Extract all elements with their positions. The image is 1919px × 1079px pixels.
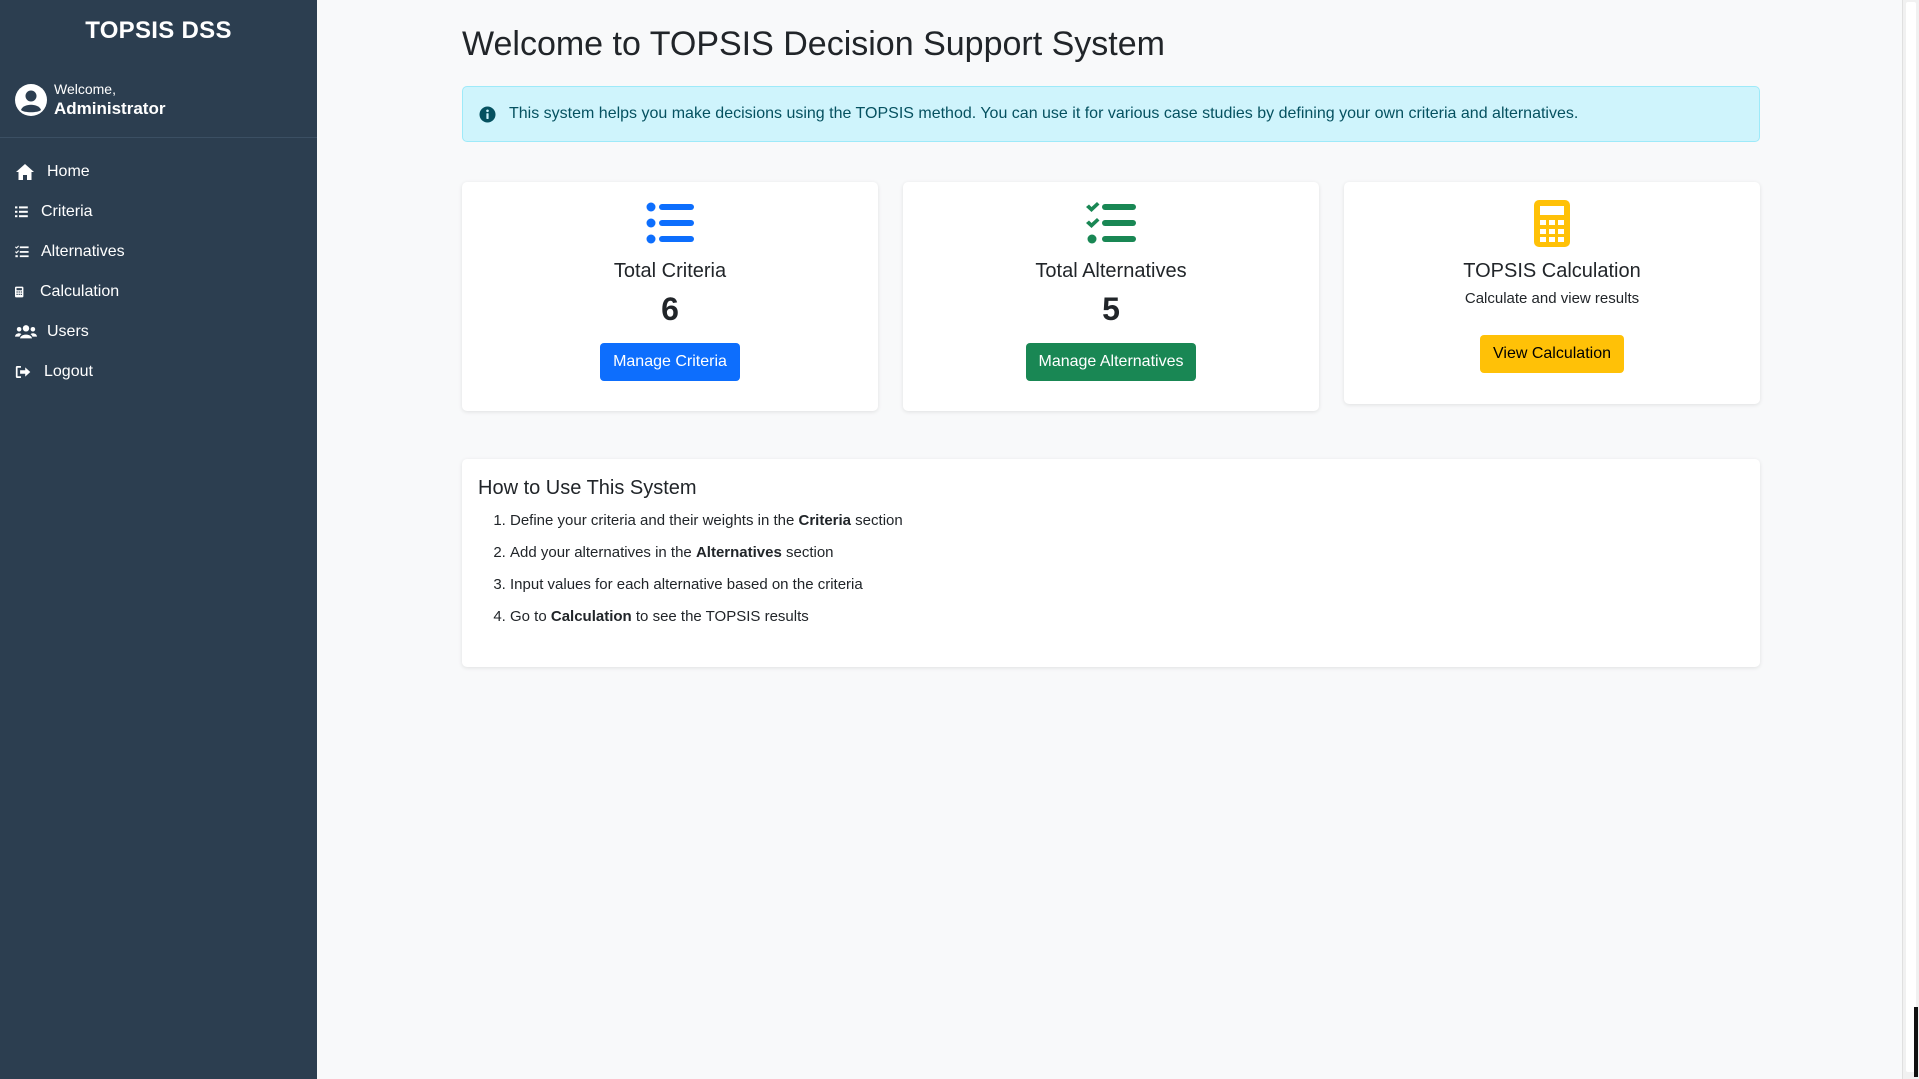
list-item: Go to Calculation to see the TOPSIS resu…: [510, 607, 1744, 627]
stat-cards: Total Criteria 6 Manage Criteria Total A…: [462, 182, 1760, 411]
info-alert: This system helps you make decisions usi…: [462, 86, 1760, 142]
sidebar-item-label: Users: [47, 323, 89, 340]
sidebar-item-label: Logout: [44, 363, 93, 380]
main-content: Welcome to TOPSIS Decision Support Syste…: [462, 0, 1760, 667]
sidebar-item-logout[interactable]: Logout: [0, 352, 317, 392]
how-to-title: How to Use This System: [478, 477, 697, 499]
calculator-icon: [15, 286, 24, 298]
step-text: Go to: [510, 608, 551, 625]
sidebar-item-label: Alternatives: [41, 243, 125, 260]
step-bold: Calculation: [550, 608, 632, 625]
step-bold: Alternatives: [695, 544, 782, 561]
home-icon: [16, 164, 34, 180]
page-title: Welcome to TOPSIS Decision Support Syste…: [462, 25, 1165, 63]
manage-alternatives-button[interactable]: Manage Alternatives: [1025, 343, 1197, 381]
user-circle-icon: [15, 83, 47, 116]
card-title: TOPSIS Calculation: [1463, 260, 1641, 282]
user-text: Welcome, Administrator: [54, 80, 165, 120]
app-root: TOPSIS DSS Welcome, Administrator Home C…: [0, 0, 1919, 1079]
scrollbar-marker: [1914, 1007, 1918, 1077]
sidebar-item-alternatives[interactable]: Alternatives: [0, 232, 317, 272]
sidebar-item-home[interactable]: Home: [0, 152, 317, 192]
vertical-scrollbar[interactable]: [1902, 0, 1919, 1079]
sidebar-item-label: Home: [47, 163, 90, 180]
card-total-alternatives: Total Alternatives 5 Manage Alternatives: [903, 182, 1319, 411]
logout-icon: [15, 366, 31, 378]
card-icon-wrap: [903, 200, 1319, 246]
scrollbar-thumb[interactable]: [1906, 2, 1916, 1072]
list-icon: [15, 206, 28, 218]
criteria-count: 6: [661, 291, 679, 327]
step-text: to see the TOPSIS results: [631, 608, 809, 625]
alternatives-count: 5: [1102, 291, 1120, 327]
list-check-icon: [1086, 202, 1136, 244]
step-text: section: [781, 544, 834, 561]
info-alert-text: This system helps you make decisions usi…: [509, 105, 1579, 122]
step-bold: Criteria: [798, 512, 852, 529]
how-to-use-card: How to Use This System Define your crite…: [462, 459, 1760, 667]
info-circle-icon: [479, 106, 496, 122]
main-area: Welcome to TOPSIS Decision Support Syste…: [317, 0, 1919, 1079]
step-text: Input values for each alternative based …: [510, 576, 863, 593]
welcome-label: Welcome,: [54, 80, 116, 97]
users-icon: [15, 325, 37, 339]
step-text: Add your alternatives in the: [510, 544, 696, 561]
sidebar: TOPSIS DSS Welcome, Administrator Home C…: [0, 0, 317, 1079]
view-calculation-button[interactable]: View Calculation: [1480, 335, 1624, 373]
list-icon: [646, 202, 694, 244]
sidebar-nav: Home Criteria Alternatives Calculation U…: [0, 138, 317, 392]
step-text: Define your criteria and their weights i…: [510, 512, 799, 529]
user-block: Welcome, Administrator: [0, 62, 317, 138]
user-name: Administrator: [54, 98, 166, 118]
card-topsis-calculation: TOPSIS Calculation Calculate and view re…: [1344, 182, 1760, 404]
card-subtitle: Calculate and view results: [1464, 290, 1640, 307]
list-check-icon: [15, 245, 29, 258]
how-to-steps: Define your criteria and their weights i…: [478, 511, 1744, 627]
list-item: Add your alternatives in the Alternative…: [510, 543, 1744, 563]
sidebar-item-users[interactable]: Users: [0, 312, 317, 352]
card-title: Total Criteria: [613, 260, 727, 282]
card-total-criteria: Total Criteria 6 Manage Criteria: [462, 182, 878, 411]
manage-criteria-button[interactable]: Manage Criteria: [600, 343, 740, 381]
sidebar-item-calculation[interactable]: Calculation: [0, 272, 317, 312]
calculator-icon: [1534, 199, 1570, 247]
card-icon-wrap: [1344, 199, 1760, 247]
list-item: Input values for each alternative based …: [510, 575, 1744, 595]
sidebar-item-label: Calculation: [40, 283, 120, 300]
list-item: Define your criteria and their weights i…: [510, 511, 1744, 531]
card-title: Total Alternatives: [1035, 260, 1187, 282]
sidebar-item-criteria[interactable]: Criteria: [0, 192, 317, 232]
sidebar-item-label: Criteria: [41, 203, 93, 220]
brand-title: TOPSIS DSS: [85, 17, 232, 44]
step-text: section: [851, 512, 903, 529]
card-icon-wrap: [462, 200, 878, 246]
